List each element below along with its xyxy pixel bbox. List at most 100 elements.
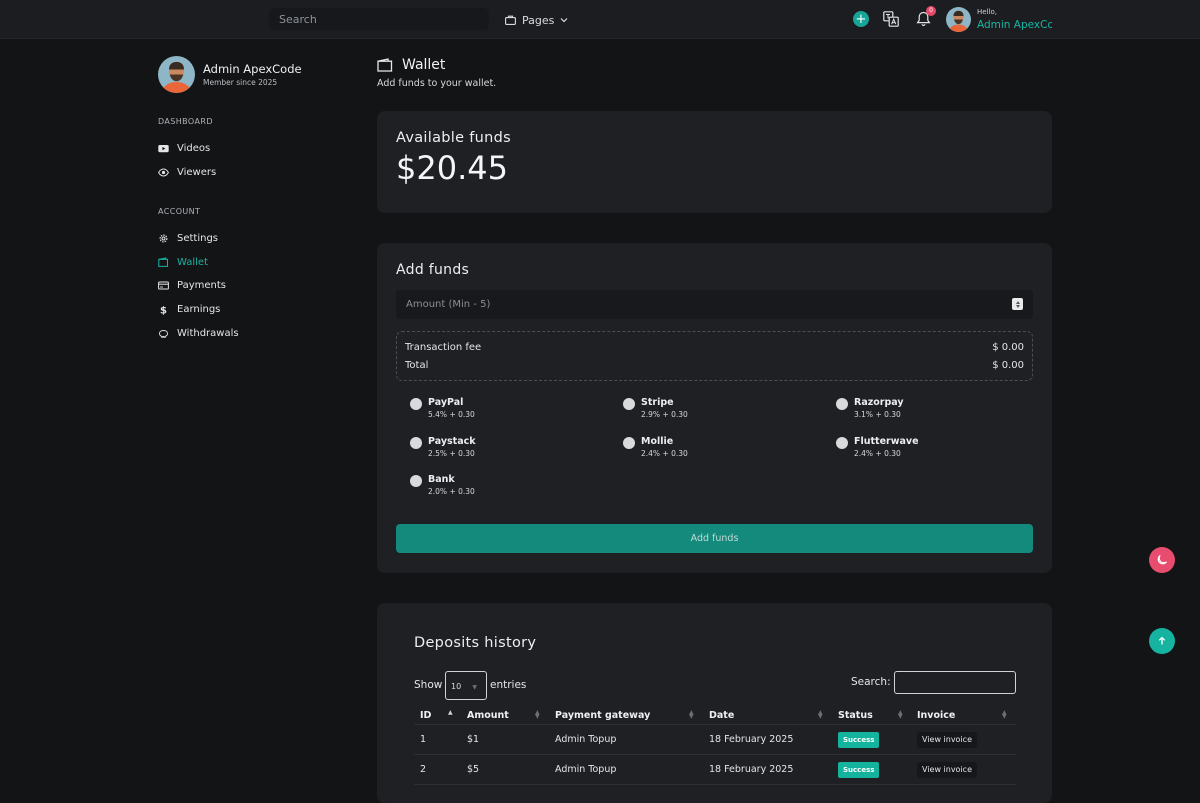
sort-icon[interactable]: ▲ ▼ xyxy=(689,710,694,720)
chevron-down-icon: ▼ xyxy=(472,684,477,691)
show-label: Show xyxy=(414,679,443,691)
scroll-to-top-button[interactable] xyxy=(1149,628,1175,654)
member-since: Member since 2025 xyxy=(203,78,278,87)
gateway-option-paypal[interactable]: PayPal 5.4% + 0.30 xyxy=(410,397,475,419)
sidebar-item-payments[interactable]: Payments xyxy=(158,277,226,293)
column-header-gateway[interactable]: Payment gateway xyxy=(555,710,650,721)
gateway-fee: 5.4% + 0.30 xyxy=(428,410,475,419)
cell-date: 18 February 2025 xyxy=(709,734,794,745)
radio-button[interactable] xyxy=(836,437,848,449)
dollar-icon: $ xyxy=(160,305,167,315)
gateway-option-razorpay[interactable]: Razorpay 3.1% + 0.30 xyxy=(836,397,904,419)
sidebar-item-label: Settings xyxy=(177,232,219,244)
cell-id: 2 xyxy=(420,764,427,775)
gateway-option-bank[interactable]: Bank 2.0% + 0.30 xyxy=(410,474,475,496)
add-funds-card: Add funds Transaction fee $ 0.00 Total $… xyxy=(377,243,1052,573)
available-funds-card: Available funds $20.45 xyxy=(377,111,1052,213)
page-title: Wallet xyxy=(402,57,446,73)
radio-button[interactable] xyxy=(623,398,635,410)
sort-icon[interactable]: ▲ ▼ xyxy=(898,710,903,720)
briefcase-icon xyxy=(505,15,516,25)
add-funds-button[interactable]: Add funds xyxy=(396,524,1033,553)
gateway-name: Paystack xyxy=(428,436,476,447)
avatar[interactable] xyxy=(946,7,971,32)
gateway-option-paystack[interactable]: Paystack 2.5% + 0.30 xyxy=(410,436,476,458)
add-funds-title: Add funds xyxy=(396,262,470,278)
search-input[interactable] xyxy=(269,8,489,30)
nav-section-account: ACCOUNT xyxy=(158,207,201,216)
sidebar-item-videos[interactable]: Videos xyxy=(158,140,210,156)
pages-menu[interactable]: Pages xyxy=(505,11,568,29)
wallet-icon xyxy=(158,256,168,267)
cell-id: 1 xyxy=(420,734,427,745)
cell-date: 18 February 2025 xyxy=(709,764,794,775)
gateway-name: PayPal xyxy=(428,397,464,408)
dark-mode-toggle[interactable] xyxy=(1149,547,1175,573)
sidebar-item-label: Viewers xyxy=(177,166,217,178)
sidebar-item-withdrawals[interactable]: Withdrawals xyxy=(158,325,239,341)
view-invoice-button[interactable]: View invoice xyxy=(917,732,977,748)
sort-icon[interactable]: ▲ ▼ xyxy=(535,710,540,720)
profile-avatar xyxy=(158,56,195,93)
sidebar-item-settings[interactable]: Settings xyxy=(158,230,218,246)
divider xyxy=(414,754,1016,755)
profile-name: Admin ApexCode xyxy=(203,62,302,76)
gateway-fee: 2.9% + 0.30 xyxy=(641,410,688,419)
svg-text:$: $ xyxy=(160,305,167,315)
gateway-fee: 2.0% + 0.30 xyxy=(428,487,475,496)
eye-icon xyxy=(158,167,169,177)
sidebar-item-label: Videos xyxy=(177,142,211,154)
greeting: Hello, xyxy=(977,8,997,16)
sidebar-item-label: Withdrawals xyxy=(177,327,239,339)
gateway-option-stripe[interactable]: Stripe 2.9% + 0.30 xyxy=(623,397,688,419)
radio-button[interactable] xyxy=(410,398,422,410)
total-label: Total xyxy=(405,360,429,371)
funds-label: Available funds xyxy=(396,130,511,146)
radio-button[interactable] xyxy=(836,398,848,410)
radio-button[interactable] xyxy=(410,437,422,449)
radio-button[interactable] xyxy=(623,437,635,449)
cell-gateway: Admin Topup xyxy=(555,734,617,745)
divider xyxy=(414,724,1016,725)
page-subtitle: Add funds to your wallet. xyxy=(377,78,497,89)
gateway-fee: 2.4% + 0.30 xyxy=(641,449,688,458)
status-badge: Success xyxy=(838,732,880,748)
page-header: Wallet xyxy=(377,57,445,73)
column-header-amount[interactable]: Amount xyxy=(467,710,509,721)
sidebar-item-earnings[interactable]: $ Earnings xyxy=(158,301,220,317)
radio-button[interactable] xyxy=(410,475,422,487)
sort-icon[interactable]: ▲ ▼ xyxy=(1002,710,1007,720)
entries-label: entries xyxy=(490,679,527,691)
sort-icon[interactable]: ▲ xyxy=(448,710,453,716)
gateway-name: Razorpay xyxy=(854,397,904,408)
add-button[interactable]: + xyxy=(853,11,869,27)
cell-amount: $1 xyxy=(467,734,480,745)
entries-select[interactable]: 10 ▼ xyxy=(445,671,487,700)
piggy-bank-icon xyxy=(159,329,168,338)
translate-icon[interactable] xyxy=(883,11,899,27)
amount-stepper[interactable] xyxy=(1012,298,1023,310)
gateway-option-mollie[interactable]: Mollie 2.4% + 0.30 xyxy=(623,436,688,458)
column-header-invoice[interactable]: Invoice xyxy=(917,710,955,721)
user-name[interactable]: Admin ApexCode xyxy=(977,19,1052,31)
column-header-id[interactable]: ID xyxy=(420,710,431,721)
sidebar-item-label: Wallet xyxy=(177,256,209,268)
gear-icon xyxy=(159,234,168,242)
nav-section-dashboard: DASHBOARD xyxy=(158,117,213,126)
gateway-name: Bank xyxy=(428,474,455,485)
view-invoice-button[interactable]: View invoice xyxy=(917,762,977,778)
amount-input[interactable] xyxy=(396,290,1033,319)
chevron-down-icon xyxy=(560,18,568,23)
table-search-input[interactable] xyxy=(894,671,1016,694)
sidebar-item-viewers[interactable]: Viewers xyxy=(158,164,216,180)
sidebar-item-wallet[interactable]: Wallet xyxy=(158,254,208,270)
gateway-option-flutterwave[interactable]: Flutterwave 2.4% + 0.30 xyxy=(836,436,919,458)
column-header-date[interactable]: Date xyxy=(709,710,734,721)
plus-icon: + xyxy=(855,11,867,27)
column-header-status[interactable]: Status xyxy=(838,710,873,721)
entries-value: 10 xyxy=(451,682,462,691)
fee-summary: Transaction fee $ 0.00 Total $ 0.00 xyxy=(396,331,1033,381)
sort-icon[interactable]: ▲ ▼ xyxy=(818,710,823,720)
cell-gateway: Admin Topup xyxy=(555,764,617,775)
notification-badge: 0 xyxy=(926,6,936,16)
